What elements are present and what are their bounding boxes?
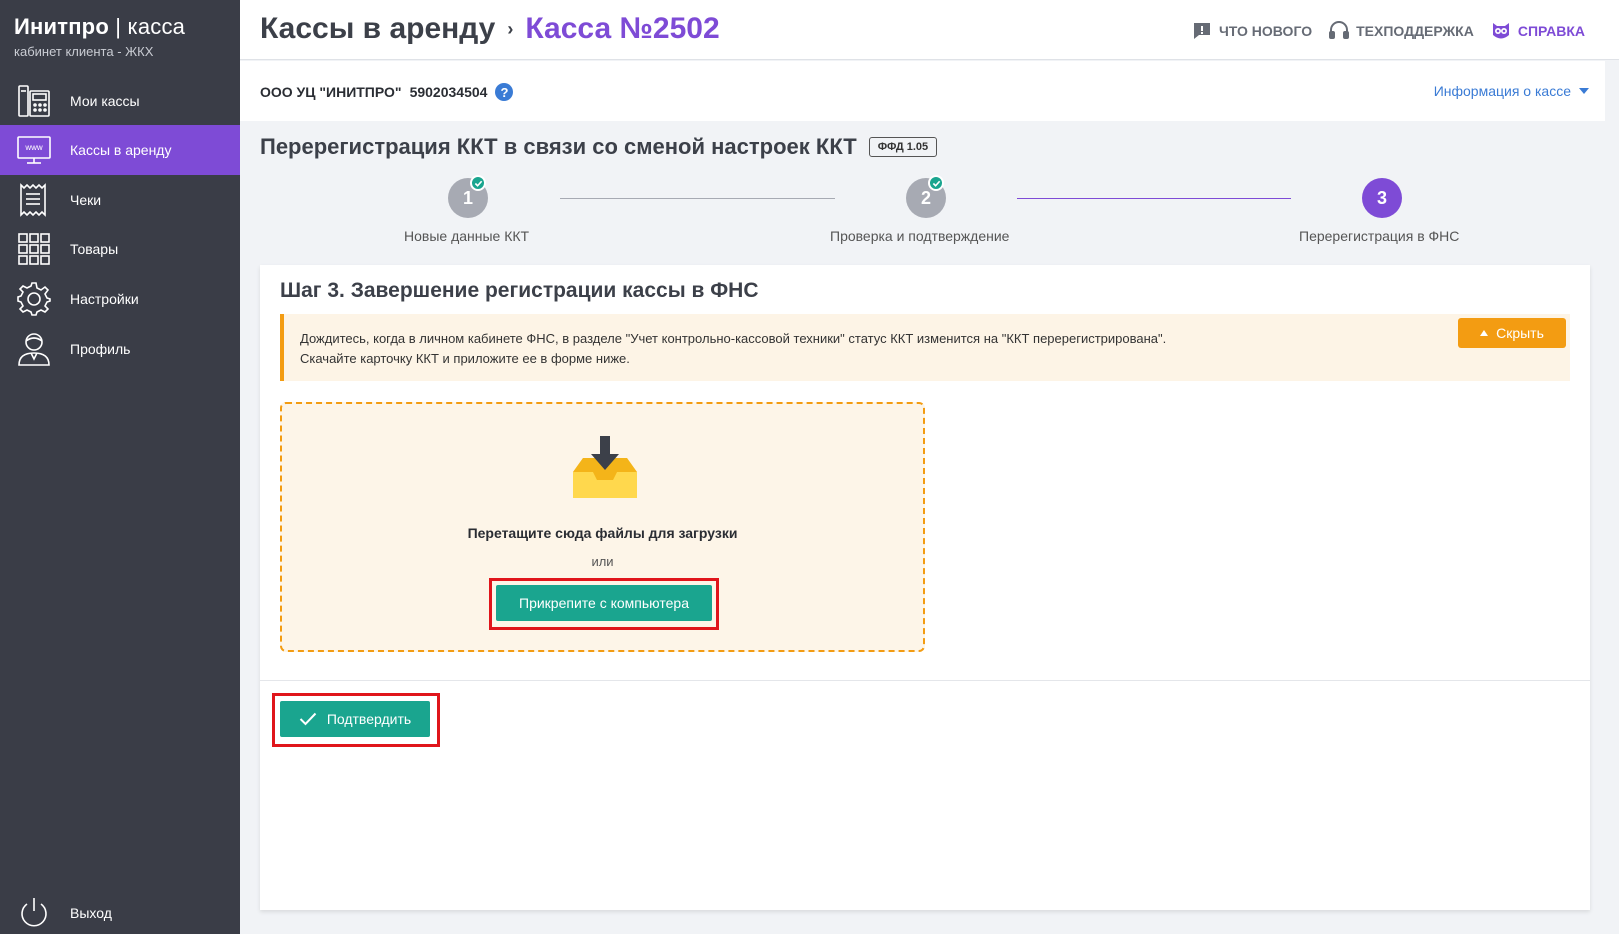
breadcrumb-parent[interactable]: Кассы в аренду [260, 12, 495, 46]
info-alert: Дождитесь, когда в личном кабинете ФНС, … [280, 314, 1570, 381]
top-bar: Кассы в аренду › Касса №2502 ЧТО НОВОГО … [240, 0, 1619, 60]
caret-down-icon [1579, 88, 1589, 94]
alert-line-1: Дождитесь, когда в личном кабинете ФНС, … [300, 331, 1167, 346]
owl-icon [1492, 23, 1509, 39]
brand-title: Инитпро | касса [14, 14, 226, 40]
organization-inn: 5902034504 [409, 84, 488, 100]
help-link[interactable]: СПРАВКА [1490, 20, 1585, 42]
alert-line-2: Скачайте карточку ККТ и приложите ее в ф… [300, 351, 630, 366]
help-label: СПРАВКА [1517, 23, 1585, 39]
whats-new-link[interactable]: ЧТО НОВОГО [1191, 20, 1312, 42]
sidebar-item-receipts[interactable]: Чеки [0, 175, 240, 225]
logout-label: Выход [70, 905, 112, 921]
organization-info: ООО УЦ "ИНИТПРО" 5902034504 ? [260, 83, 514, 101]
sidebar-item-profile[interactable]: Профиль [0, 324, 240, 374]
question-icon[interactable]: ? [495, 83, 514, 101]
user-icon [16, 331, 52, 367]
sidebar-item-label: Профиль [70, 341, 131, 357]
ffd-version-badge: ФФД 1.05 [868, 137, 938, 157]
divider [260, 680, 1590, 681]
check-icon [470, 175, 486, 191]
breadcrumb-separator: › [507, 18, 514, 39]
confirm-button[interactable]: Подтвердить [280, 701, 430, 737]
register-info-label: Информация о кассе [1433, 83, 1571, 99]
step-2-label: Проверка и подтверждение [830, 228, 1010, 244]
support-link[interactable]: ТЕХПОДДЕРЖКА [1328, 20, 1474, 42]
brand-light: касса [127, 14, 186, 39]
cash-register-icon [16, 83, 52, 119]
page-heading-text: Перерегистрация ККТ в связи со сменой на… [260, 134, 857, 159]
inbox-download-icon [573, 436, 637, 498]
sidebar-item-settings[interactable]: Настройки [0, 274, 240, 324]
hide-button[interactable]: Скрыть [1458, 318, 1566, 348]
step-3-circle: 3 [1362, 178, 1402, 218]
step-3-number: 3 [1376, 187, 1387, 208]
top-links: ЧТО НОВОГО ТЕХПОДДЕРЖКА СПРАВКА [1191, 20, 1585, 42]
checkmark-icon [299, 712, 317, 726]
receipt-icon [16, 182, 52, 218]
sidebar-item-label: Мои кассы [70, 93, 140, 109]
attach-from-computer-button[interactable]: Прикрепите с компьютера [496, 585, 712, 621]
organization-name: ООО УЦ "ИНИТПРО" [260, 84, 402, 100]
sidebar-item-label: Чеки [70, 192, 102, 208]
sidebar: Инитпро | касса кабинет клиента - ЖКХ Мо… [0, 0, 240, 934]
sidebar-item-rental-registers[interactable]: www Кассы в аренду [0, 125, 240, 175]
announcement-icon [1193, 23, 1210, 39]
dropzone-instruction: Перетащите сюда файлы для загрузки [467, 525, 738, 541]
whats-new-label: ЧТО НОВОГО [1218, 23, 1313, 39]
hide-label: Скрыть [1496, 325, 1544, 341]
confirm-label: Подтвердить [326, 711, 412, 727]
file-dropzone[interactable]: Перетащите сюда файлы для загрузки или П… [280, 402, 925, 652]
chevron-up-icon [1480, 330, 1489, 336]
page-heading: Перерегистрация ККТ в связи со сменой на… [260, 134, 938, 160]
support-label: ТЕХПОДДЕРЖКА [1356, 23, 1474, 39]
power-icon [16, 895, 52, 931]
brand-main: Инитпро [14, 14, 109, 39]
gear-icon [16, 281, 52, 317]
step-2-number: 2 [920, 187, 931, 208]
register-info-dropdown[interactable]: Информация о кассе [1434, 83, 1589, 99]
stepper-line-2 [1017, 198, 1291, 199]
www-monitor-icon: www [16, 132, 52, 168]
sidebar-item-my-registers[interactable]: Мои кассы [0, 76, 240, 126]
card-title: Шаг 3. Завершение регистрации кассы в ФН… [280, 279, 759, 302]
scrollbar[interactable] [1605, 60, 1619, 934]
alert-text: Дождитесь, когда в личном кабинете ФНС, … [300, 329, 1166, 369]
svg-text:www: www [24, 143, 43, 152]
step-1-number: 1 [462, 187, 473, 208]
step-1-label: Новые данные ККТ [404, 228, 530, 244]
check-icon [928, 175, 944, 191]
page-title: Касса №2502 [525, 12, 720, 45]
logout-button[interactable]: Выход [0, 888, 240, 934]
step-card: Шаг 3. Завершение регистрации кассы в ФН… [260, 265, 1590, 910]
headset-icon [1329, 21, 1350, 39]
breadcrumb: Кассы в аренду › Касса №2502 [260, 12, 720, 46]
organization-bar: ООО УЦ "ИНИТПРО" 5902034504 ? Информация… [240, 61, 1619, 121]
sidebar-item-label: Кассы в аренду [70, 142, 172, 158]
sidebar-item-label: Настройки [70, 291, 139, 307]
dropzone-or: или [591, 554, 614, 569]
brand: Инитпро | касса кабинет клиента - ЖКХ [0, 0, 240, 72]
step-3-label: Перерегистрация в ФНС [1299, 228, 1460, 244]
stepper-line-1 [560, 198, 835, 199]
brand-sep: | [108, 14, 128, 39]
grid-icon [16, 231, 52, 267]
brand-subtitle: кабинет клиента - ЖКХ [14, 44, 154, 59]
sidebar-item-goods[interactable]: Товары [0, 224, 240, 274]
sidebar-item-label: Товары [70, 241, 119, 257]
